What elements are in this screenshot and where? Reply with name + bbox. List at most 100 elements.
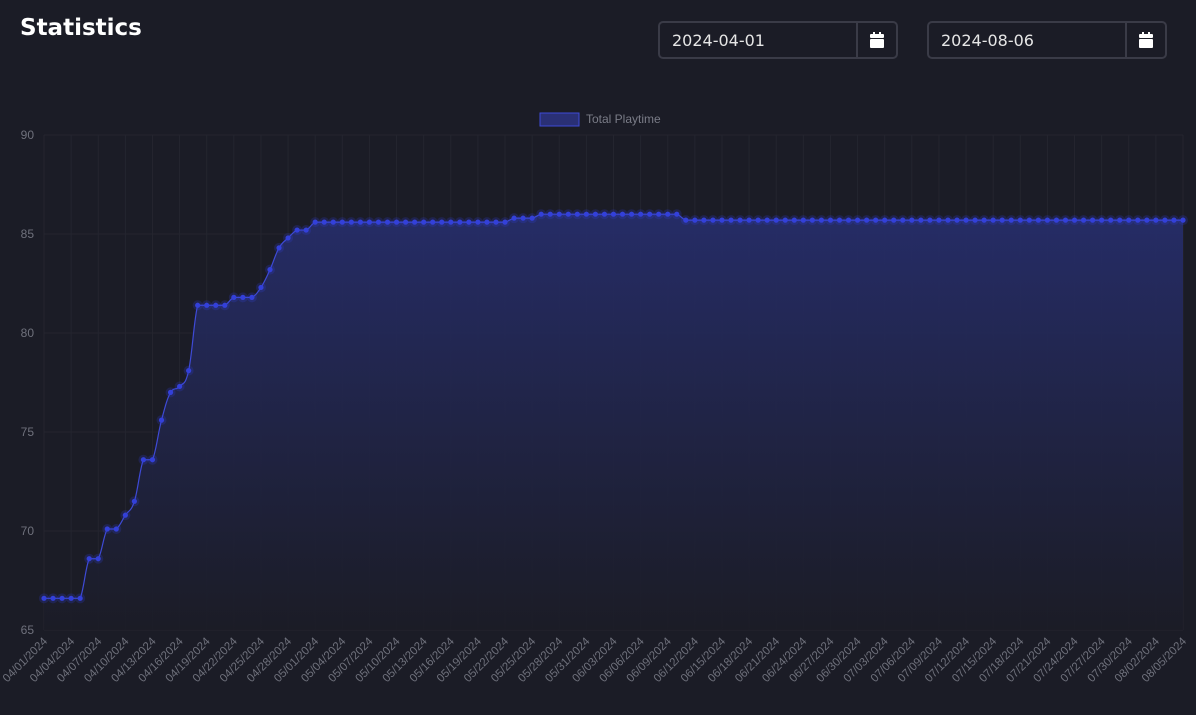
data-point [176,383,183,390]
data-point [791,217,797,223]
data-point [746,217,752,223]
data-point [321,219,327,225]
data-point [1126,217,1132,223]
data-point [800,217,806,223]
data-point [348,219,354,225]
data-point [59,595,65,601]
data-point [909,217,915,223]
data-point [86,556,92,562]
legend-label-total-playtime: Total Playtime [586,112,661,126]
data-point [827,217,834,223]
data-point [167,389,174,395]
data-point [619,211,626,217]
data-point [1071,217,1078,223]
data-point [764,217,770,223]
data-point [656,211,662,217]
data-point [1026,217,1032,223]
data-point [1053,217,1060,223]
data-point [1162,217,1168,223]
data-point [1044,217,1051,223]
data-point [339,219,345,225]
data-point [836,217,843,223]
data-point [95,556,101,562]
data-point [936,217,942,223]
data-point [538,211,544,217]
data-point [357,219,363,225]
data-point [158,417,165,423]
data-point [457,219,463,225]
data-point [430,219,436,225]
data-point [502,219,508,225]
data-point [466,219,472,225]
data-point [981,217,987,223]
data-point [610,211,617,217]
data-point [529,215,535,221]
y-tick-label: 75 [21,425,35,439]
data-point [891,217,897,223]
data-point [1008,217,1014,223]
data-point [1144,217,1150,223]
data-point [547,211,553,217]
data-point [683,217,689,223]
data-point [809,217,815,223]
data-point [1099,217,1105,223]
data-point [493,219,499,225]
data-point [719,217,725,223]
data-point [186,368,192,374]
data-point [1117,217,1123,223]
data-point [204,302,210,308]
data-point [990,217,996,223]
series-area-total-playtime [44,214,1183,630]
playtime-chart: 65 70 75 80 85 90 04/01/202404/04/202404/07/2… [1,112,1190,685]
data-point [728,217,734,223]
data-point [41,595,47,601]
data-point [692,217,698,223]
y-tick-label: 65 [21,623,35,637]
data-point [375,219,382,225]
data-point [945,217,951,223]
data-point [773,217,779,223]
data-point [475,219,481,225]
data-point [1108,217,1114,223]
data-point [1090,217,1096,223]
data-point [285,235,291,241]
data-point [276,245,282,251]
chart-legend: Total Playtime [539,112,661,127]
data-point [873,217,879,223]
legend-swatch-total-playtime[interactable] [539,112,580,127]
data-point [484,219,490,225]
data-point [972,217,978,223]
data-point [755,217,761,223]
data-point [638,211,644,217]
data-point [601,211,608,217]
data-point [213,302,219,308]
data-point [701,217,707,223]
data-point [520,215,526,221]
data-point [900,217,906,223]
y-axis: 65 70 75 80 85 90 [21,128,35,637]
data-point [412,219,418,225]
data-point [222,302,228,308]
data-point [574,211,580,217]
y-tick-label: 90 [21,128,35,142]
y-tick-label: 70 [21,524,35,538]
data-point [556,211,562,217]
data-point [104,526,110,532]
data-point [1153,217,1159,223]
data-point [149,457,156,463]
data-point [258,284,264,291]
data-point [1062,217,1069,223]
data-point [294,227,300,233]
chart-area [43,213,1183,630]
data-point [249,294,255,300]
data-point [954,217,960,223]
data-point [1180,217,1186,223]
x-axis: 04/01/202404/04/202404/07/202404/10/2024… [1,635,1190,685]
data-point [1171,217,1177,223]
data-point [113,526,119,532]
data-point [330,219,336,225]
data-point [845,217,852,223]
data-point [1080,217,1087,223]
data-point [999,217,1005,223]
data-point [384,219,391,225]
